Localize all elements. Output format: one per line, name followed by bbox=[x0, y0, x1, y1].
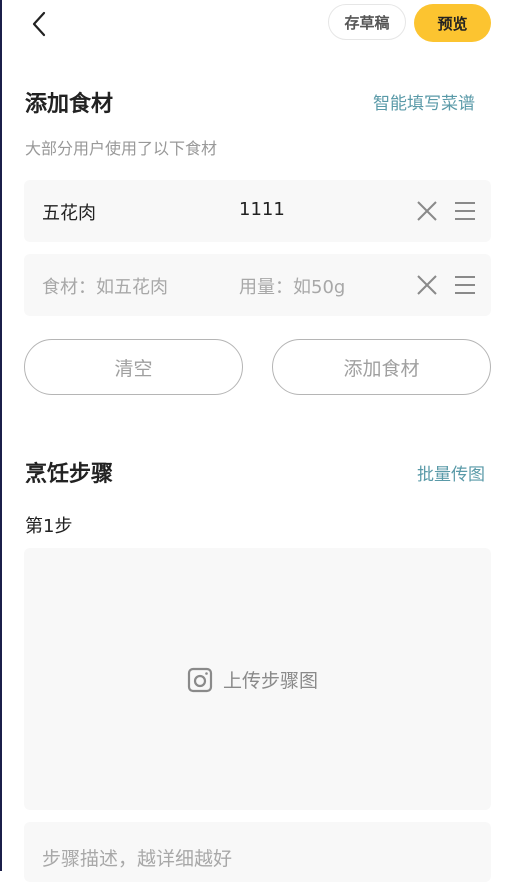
preview-button[interactable]: 预览 bbox=[414, 4, 491, 42]
drag-handle-icon[interactable] bbox=[455, 275, 475, 295]
drag-handle-icon[interactable] bbox=[455, 201, 475, 221]
delete-icon[interactable] bbox=[416, 200, 438, 222]
camera-icon bbox=[187, 667, 213, 692]
delete-icon[interactable] bbox=[416, 274, 438, 296]
back-button[interactable] bbox=[28, 10, 52, 38]
ingredient-name-input[interactable]: 食材：如五花肉 bbox=[42, 273, 168, 299]
ingredient-row: 食材：如五花肉 用量：如50g bbox=[24, 254, 491, 316]
upload-label: 上传步骤图 bbox=[223, 670, 319, 692]
step-label: 第1步 bbox=[25, 516, 73, 537]
save-draft-button[interactable]: 存草稿 bbox=[328, 4, 406, 40]
step-image-upload[interactable]: 上传步骤图 bbox=[24, 548, 491, 810]
clear-button[interactable]: 清空 bbox=[24, 339, 243, 395]
chevron-left-icon bbox=[32, 11, 46, 37]
step-description-input[interactable]: 步骤描述，越详细越好 bbox=[24, 822, 491, 882]
add-ingredient-button[interactable]: 添加食材 bbox=[272, 339, 491, 395]
step-description-placeholder: 步骤描述，越详细越好 bbox=[42, 848, 233, 870]
steps-title: 烹饪步骤 bbox=[25, 462, 114, 487]
top-bar: 存草稿 预览 bbox=[0, 0, 514, 48]
window-edge bbox=[0, 0, 2, 871]
ingredient-row: 五花肉 1111 bbox=[24, 180, 491, 242]
batch-upload-link[interactable]: 批量传图 bbox=[417, 460, 485, 485]
ingredient-quantity-input[interactable]: 1111 bbox=[239, 199, 285, 220]
ingredient-quantity-input[interactable]: 用量：如50g bbox=[239, 273, 345, 299]
ingredient-name-input[interactable]: 五花肉 bbox=[42, 199, 96, 225]
ingredients-title: 添加食材 bbox=[25, 92, 114, 117]
smart-fill-link[interactable]: 智能填写菜谱 bbox=[373, 89, 475, 114]
ingredients-subtitle: 大部分用户使用了以下食材 bbox=[25, 139, 218, 158]
